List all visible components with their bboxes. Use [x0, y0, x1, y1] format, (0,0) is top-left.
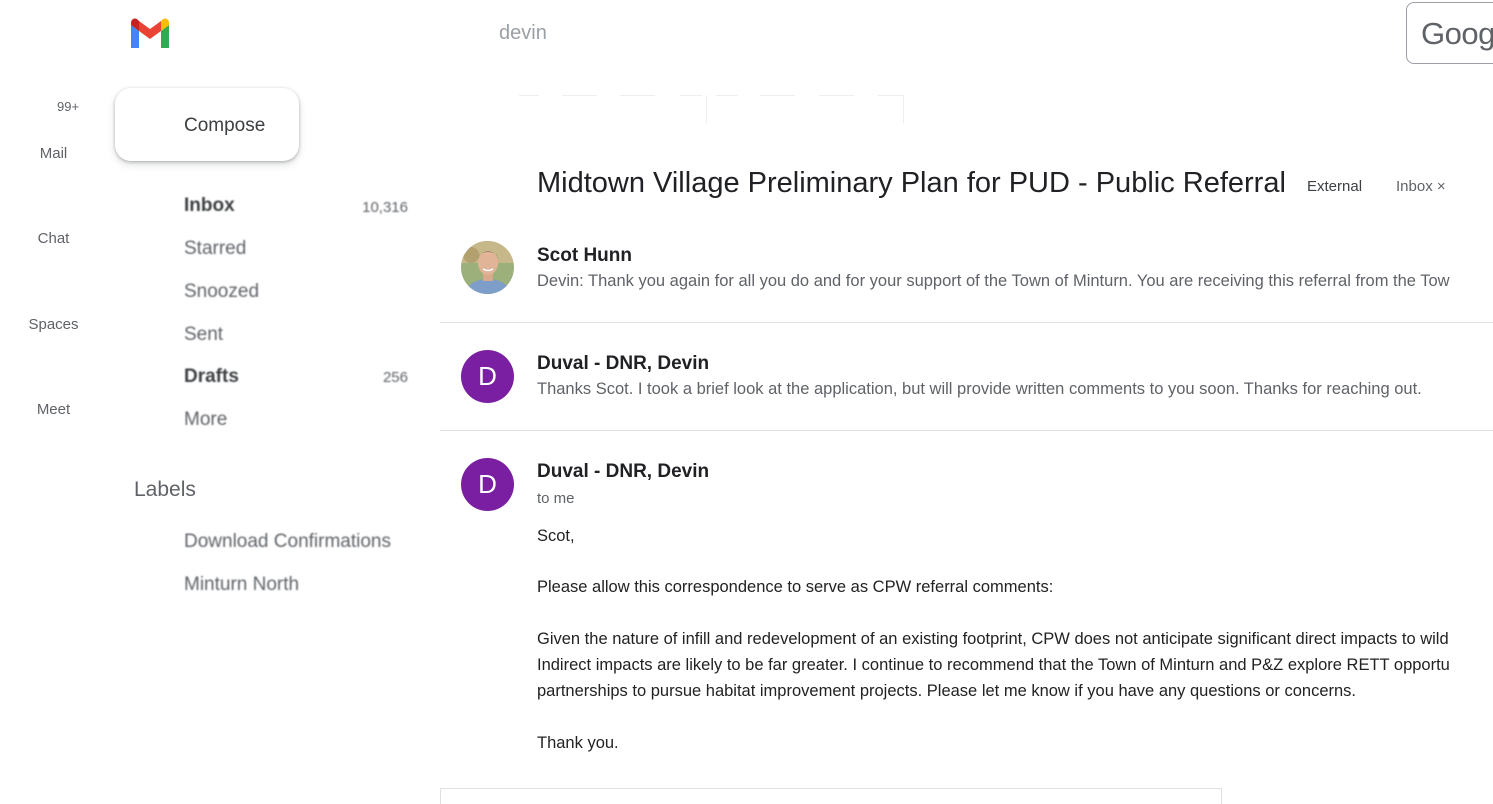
toolbar-divider [620, 95, 655, 96]
rail-item-spaces[interactable]: Spaces [0, 316, 107, 333]
toolbar-divider [760, 95, 795, 96]
sender-avatar-photo[interactable] [461, 241, 514, 294]
toolbar-divider [878, 95, 904, 96]
email-body-line: Given the nature of infill and redevelop… [537, 630, 1449, 648]
recipient-line[interactable]: to me [537, 490, 575, 507]
email-body-paragraph: Please allow this correspondence to serv… [537, 578, 1054, 596]
label-download-confirmations[interactable]: Download Confirmations [184, 531, 391, 553]
label-minturn-north[interactable]: Minturn North [184, 574, 299, 596]
sender-avatar[interactable]: D [461, 458, 514, 511]
email-body-closing: Thank you. [537, 734, 619, 752]
email-body-line: partnerships to pursue habitat improveme… [537, 682, 1357, 700]
external-tag: External [1307, 178, 1363, 195]
nav-item-snoozed[interactable]: Snoozed [184, 281, 259, 303]
search-input[interactable]: devin [499, 22, 547, 45]
rail-item-meet[interactable]: Meet [0, 401, 107, 418]
google-account-button[interactable]: Goog [1406, 2, 1493, 64]
compose-button[interactable]: Compose [115, 88, 299, 161]
google-logo-text: Goog [1421, 16, 1493, 51]
labels-heading: Labels [134, 478, 196, 501]
toolbar-divider [519, 95, 539, 96]
toolbar-divider [716, 95, 738, 96]
toolbar-divider [562, 95, 597, 96]
nav-item-inbox[interactable]: Inbox [184, 195, 235, 217]
toolbar-separator [903, 95, 904, 123]
rail-item-mail[interactable]: Mail [0, 145, 107, 162]
inbox-label-chip[interactable]: Inbox × [1396, 178, 1446, 195]
message-divider [440, 430, 1493, 431]
nav-item-drafts[interactable]: Drafts [184, 366, 239, 388]
message-sender[interactable]: Scot Hunn [537, 245, 632, 267]
drafts-count: 256 [382, 369, 408, 386]
compose-label: Compose [184, 115, 266, 136]
message-sender[interactable]: Duval - DNR, Devin [537, 353, 709, 375]
sender-avatar[interactable]: D [461, 350, 514, 403]
toolbar-divider [819, 95, 854, 96]
nav-item-more[interactable]: More [184, 409, 227, 431]
reply-box[interactable] [440, 788, 1222, 804]
message-snippet[interactable]: Thanks Scot. I took a brief look at the … [537, 380, 1422, 399]
message-divider [440, 322, 1493, 323]
email-body-line: Indirect impacts are likely to be far gr… [537, 656, 1450, 674]
message-sender[interactable]: Duval - DNR, Devin [537, 461, 709, 483]
toolbar-separator [706, 95, 707, 123]
gmail-logo[interactable] [128, 17, 172, 51]
rail-item-chat[interactable]: Chat [0, 230, 107, 247]
inbox-count: 10,316 [362, 199, 408, 216]
email-body-greeting: Scot, [537, 527, 575, 545]
mail-unread-badge: 99+ [57, 99, 80, 114]
message-snippet[interactable]: Devin: Thank you again for all you do an… [537, 272, 1450, 291]
toolbar-divider [680, 95, 702, 96]
nav-item-starred[interactable]: Starred [184, 238, 246, 260]
email-subject: Midtown Village Preliminary Plan for PUD… [537, 167, 1286, 199]
nav-item-sent[interactable]: Sent [184, 324, 223, 346]
